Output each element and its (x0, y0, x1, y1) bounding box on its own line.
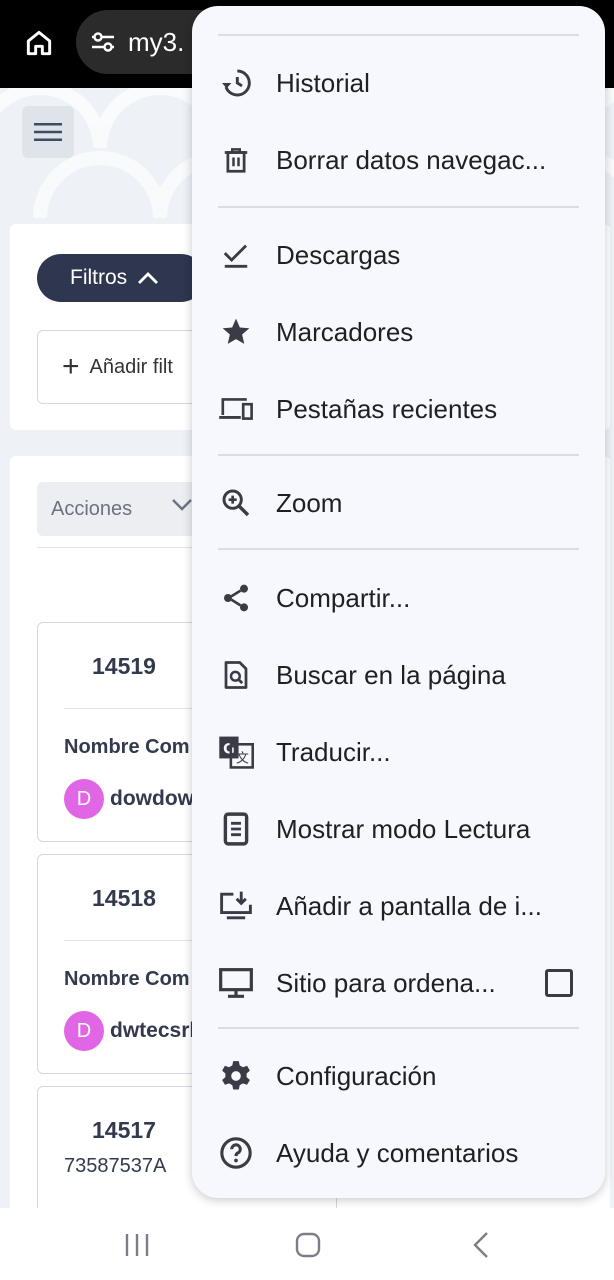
share-icon (218, 582, 254, 614)
hamburger-icon (34, 123, 62, 141)
url-text: my3. (128, 26, 185, 57)
hamburger-menu-button[interactable] (22, 106, 74, 158)
record-label: Nombre Com (64, 736, 190, 758)
menu-item-zoom[interactable]: Zoom (192, 468, 605, 538)
record-id: 14517 (92, 1117, 156, 1143)
trash-icon (218, 144, 254, 176)
record-id: 14518 (92, 885, 156, 911)
install-desktop-icon (218, 890, 254, 922)
menu-item-borrar[interactable]: Borrar datos navegac... (192, 125, 605, 195)
record-id: 14519 (92, 653, 156, 679)
star-icon (218, 316, 254, 348)
menu-item-historial[interactable]: Historial (192, 48, 605, 118)
menu-item-label: Historial (276, 68, 370, 98)
help-icon (218, 1137, 254, 1169)
menu-item-pestanas[interactable]: Pestañas recientes (192, 374, 605, 444)
menu-item-marcadores[interactable]: Marcadores (192, 297, 605, 367)
menu-item-sitio[interactable]: Sitio para ordena... (192, 948, 605, 1018)
menu-item-anadir[interactable]: Añadir a pantalla de i... (192, 871, 605, 941)
menu-item-label: Zoom (276, 488, 343, 518)
menu-separator (218, 34, 579, 36)
menu-item-ayuda[interactable]: Ayuda y comentarios (192, 1118, 605, 1188)
menu-item-label: Compartir... (276, 583, 411, 613)
menu-item-label: Pestañas recientes (276, 394, 498, 424)
menu-item-buscar[interactable]: Buscar en la página (192, 640, 605, 710)
chevron-up-icon (138, 272, 159, 284)
back-icon (473, 1232, 488, 1258)
record-label: Nombre Com (64, 968, 190, 990)
add-filter-label: Añadir filt (89, 355, 173, 378)
desktop-icon (218, 967, 254, 999)
settings-icon (218, 1060, 254, 1092)
menu-item-config[interactable]: Configuración (192, 1041, 605, 1111)
zoom-in-icon (218, 487, 254, 519)
desktop-site-checkbox[interactable] (545, 969, 573, 997)
back-button[interactable] (466, 1230, 496, 1260)
system-navigation-bar (0, 1208, 614, 1280)
devices-icon (218, 393, 254, 425)
menu-item-label: Mostrar modo Lectura (276, 814, 531, 844)
menu-item-compartir[interactable]: Compartir... (192, 563, 605, 633)
home-icon (26, 30, 52, 56)
menu-item-label: Traducir... (276, 737, 391, 767)
chevron-down-icon (172, 499, 192, 511)
record-subtitle: 73587537A (64, 1155, 167, 1177)
home-button[interactable] (18, 22, 60, 64)
menu-item-traducir[interactable]: G文 Traducir... (192, 717, 605, 787)
record-user: dowdow (110, 787, 194, 810)
menu-item-descargas[interactable]: Descargas (192, 220, 605, 290)
home-nav-icon (295, 1232, 321, 1258)
browser-overflow-menu: Historial Borrar datos navegac... Descar… (192, 6, 605, 1198)
menu-separator (218, 1027, 579, 1029)
menu-separator (218, 548, 579, 550)
avatar: D (64, 779, 104, 819)
menu-item-label: Borrar datos navegac... (276, 145, 547, 175)
actions-label: Acciones (51, 497, 133, 520)
menu-item-label: Sitio para ordena... (276, 968, 496, 998)
recents-icon (125, 1234, 149, 1256)
reader-mode-icon (218, 812, 254, 846)
home-nav-button[interactable] (293, 1230, 323, 1260)
plus-icon: + (62, 350, 80, 383)
recents-button[interactable] (122, 1230, 152, 1260)
menu-item-label: Buscar en la página (276, 660, 506, 690)
tune-icon[interactable] (88, 27, 118, 57)
menu-item-label: Marcadores (276, 317, 414, 347)
record-user: dwtecsrl (110, 1019, 196, 1042)
menu-item-label: Configuración (276, 1061, 437, 1091)
menu-separator (218, 206, 579, 208)
menu-item-lectura[interactable]: Mostrar modo Lectura (192, 794, 605, 864)
find-in-page-icon (218, 659, 254, 691)
filters-button[interactable]: Filtros (37, 254, 205, 302)
history-icon (218, 67, 254, 99)
svg-text:文: 文 (236, 751, 249, 766)
menu-item-label: Añadir a pantalla de i... (276, 891, 542, 921)
translate-icon: G文 (218, 736, 254, 769)
menu-separator (218, 454, 579, 456)
download-check-icon (218, 239, 254, 271)
filters-label: Filtros (70, 266, 128, 289)
avatar: D (64, 1011, 104, 1051)
menu-item-label: Ayuda y comentarios (276, 1138, 519, 1168)
menu-item-label: Descargas (276, 240, 401, 270)
